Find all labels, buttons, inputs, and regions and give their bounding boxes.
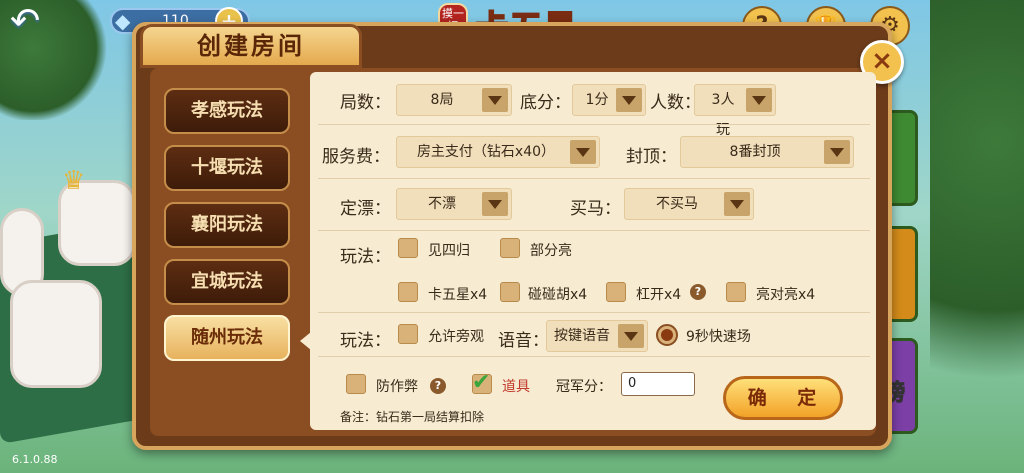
maima-select[interactable]: 不买马 — [624, 188, 754, 220]
voice-select[interactable]: 按键语音 — [546, 320, 648, 352]
rules2-label: 玩法： — [340, 331, 391, 351]
base-score-label: 底分： — [520, 93, 571, 113]
rounds-select[interactable]: 8局 — [396, 84, 512, 116]
chevron-down-icon — [746, 88, 772, 112]
piao-value: 不漂 — [428, 196, 456, 212]
rule-label: 碰碰胡x4 — [528, 287, 588, 303]
divider — [318, 312, 870, 313]
fast-mode-radio[interactable] — [656, 324, 678, 346]
players-select[interactable]: 3人玩 — [694, 84, 776, 138]
rule-checkbox[interactable] — [726, 282, 746, 302]
chevron-down-icon — [482, 192, 508, 216]
fee-select[interactable]: 房主支付（钻石x40） — [396, 136, 600, 168]
voice-label: 语音： — [498, 331, 549, 351]
rule-label: 见四归 — [428, 243, 470, 259]
rule-checkbox[interactable] — [398, 238, 418, 258]
confirm-button[interactable]: 确 定 — [723, 376, 843, 420]
maima-value: 不买马 — [656, 196, 698, 212]
props-label: 道具 — [502, 379, 530, 395]
chevron-down-icon — [482, 88, 508, 112]
note-text: 备注：钻石第一局结算扣除 — [340, 410, 485, 424]
rule-checkbox[interactable] — [500, 282, 520, 302]
rule-label: 部分亮 — [530, 243, 572, 259]
chevron-down-icon — [570, 140, 596, 164]
mode-suizhou[interactable]: 随州玩法 — [164, 315, 290, 361]
rule-checkbox[interactable] — [398, 282, 418, 302]
divider — [318, 178, 870, 179]
rounds-value: 8局 — [430, 92, 454, 108]
maima-label: 买马： — [570, 199, 621, 219]
rounds-label: 局数： — [340, 93, 391, 113]
cap-select[interactable]: 8番封顶 — [680, 136, 854, 168]
rule-checkbox[interactable] — [500, 238, 520, 258]
divider — [318, 124, 870, 125]
back-button[interactable]: ↶ — [10, 4, 62, 44]
help-icon[interactable]: ? — [430, 378, 446, 394]
piao-label: 定漂： — [340, 199, 391, 219]
piao-select[interactable]: 不漂 — [396, 188, 512, 220]
mode-xiaogan[interactable]: 孝感玩法 — [164, 88, 290, 134]
crown-icon: ♛ — [62, 166, 86, 196]
fast-mode-label: 9秒快速场 — [686, 329, 751, 345]
cap-value: 8番封顶 — [729, 144, 781, 160]
fee-label: 服务费： — [322, 147, 390, 167]
version-label: 6.1.0.88 — [12, 453, 58, 466]
back-arrow-icon: ↶ — [10, 1, 41, 42]
rule-label: 卡五星x4 — [428, 287, 488, 303]
tree-leaves-right — [930, 0, 1024, 473]
anticheat-checkbox[interactable] — [346, 374, 366, 394]
anticheat-label: 防作弊 — [376, 379, 418, 395]
champion-score-input[interactable]: 0 — [621, 372, 695, 396]
mode-xiangyang[interactable]: 襄阳玩法 — [164, 202, 290, 248]
fee-value: 房主支付（钻石x40） — [416, 144, 556, 160]
chevron-down-icon — [618, 324, 644, 348]
close-icon: × — [871, 46, 893, 76]
chevron-down-icon — [616, 88, 642, 112]
mode-shiyan[interactable]: 十堰玩法 — [164, 145, 290, 191]
chevron-down-icon — [824, 140, 850, 164]
base-score-value: 1分 — [585, 92, 609, 108]
props-checkbox[interactable] — [472, 370, 492, 395]
mascot-girl — [10, 280, 102, 388]
rule-label: 亮对亮x4 — [756, 287, 816, 303]
divider — [318, 356, 870, 357]
divider — [318, 230, 870, 231]
dialog-title: 创建房间 — [140, 24, 362, 68]
rule-label: 杠开x4 — [636, 287, 682, 303]
allow-watch-checkbox[interactable] — [398, 324, 418, 344]
chevron-down-icon — [724, 192, 750, 216]
voice-value: 按键语音 — [554, 328, 610, 344]
mode-yicheng[interactable]: 宜城玩法 — [164, 259, 290, 305]
cap-label: 封顶： — [626, 147, 677, 167]
champion-score-label: 冠军分： — [556, 379, 612, 395]
help-icon[interactable]: ? — [690, 284, 706, 300]
base-score-select[interactable]: 1分 — [572, 84, 646, 116]
rule-checkbox[interactable] — [606, 282, 626, 302]
allow-watch-label: 允许旁观 — [428, 329, 484, 345]
rules-label: 玩法： — [340, 247, 391, 267]
